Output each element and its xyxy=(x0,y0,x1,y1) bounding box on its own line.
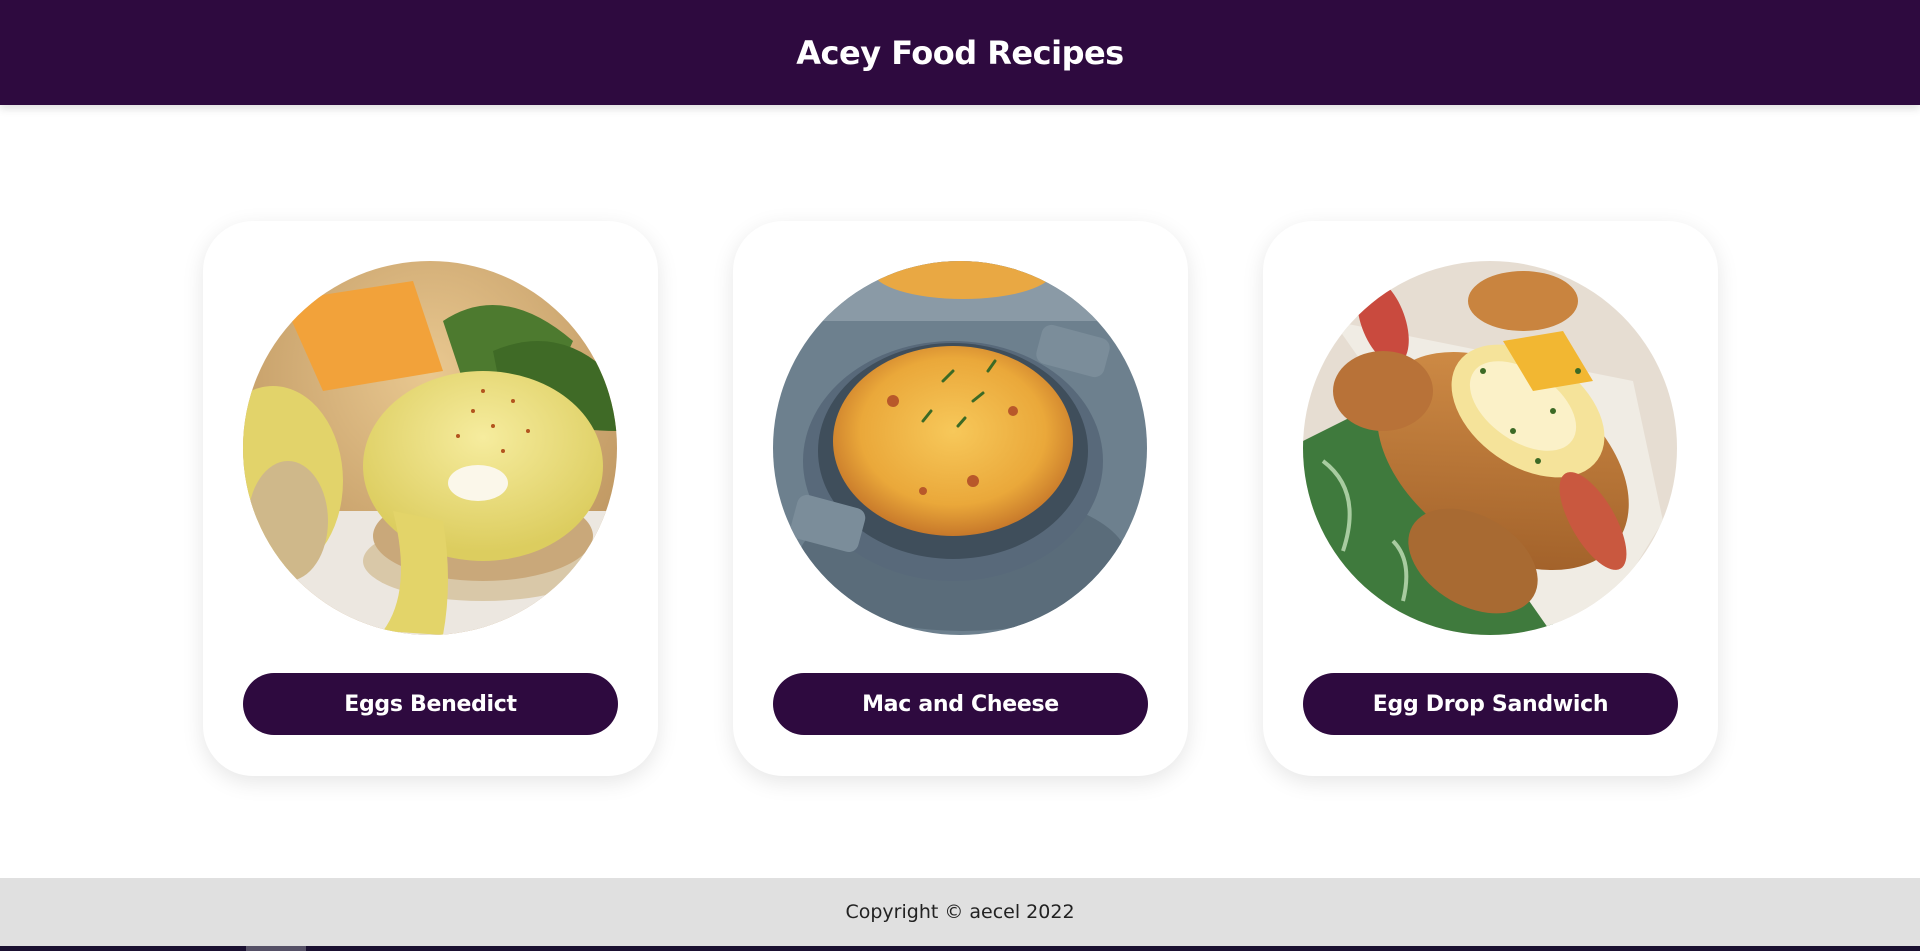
mac-and-cheese-image[interactable] xyxy=(773,261,1147,635)
mac-and-cheese-button[interactable]: Mac and Cheese xyxy=(773,673,1148,735)
site-title: Acey Food Recipes xyxy=(796,33,1124,72)
site-header: Acey Food Recipes xyxy=(0,0,1920,105)
site-footer: Copyright © aecel 2022 xyxy=(0,878,1920,946)
egg-drop-sandwich-button[interactable]: Egg Drop Sandwich xyxy=(1303,673,1678,735)
scrollbar-thumb[interactable] xyxy=(246,946,306,951)
egg-drop-sandwich-image[interactable] xyxy=(1303,261,1677,635)
recipe-card-eggs-benedict: Eggs Benedict xyxy=(203,221,658,776)
copyright-text: Copyright © aecel 2022 xyxy=(845,901,1075,923)
horizontal-scrollbar[interactable] xyxy=(0,946,1920,951)
recipe-card-mac-and-cheese: Mac and Cheese xyxy=(733,221,1188,776)
eggs-benedict-image[interactable] xyxy=(243,261,617,635)
recipe-card-egg-drop-sandwich: Egg Drop Sandwich xyxy=(1263,221,1718,776)
eggs-benedict-button[interactable]: Eggs Benedict xyxy=(243,673,618,735)
